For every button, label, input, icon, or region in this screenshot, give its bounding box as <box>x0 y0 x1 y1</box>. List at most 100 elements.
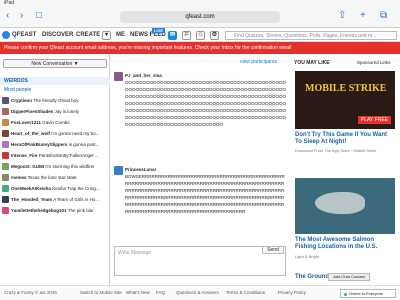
conversation-name: Megoost: GUMI <box>11 164 44 169</box>
footer-faq-link[interactable]: FAQ <box>156 286 165 300</box>
ad-game-title: MOBILE STRIKE <box>305 83 387 94</box>
add-chat-contact-button[interactable]: Add Chat Contact <box>328 273 370 281</box>
avatar <box>2 130 9 138</box>
tabs-icon[interactable]: ⧉ <box>380 10 387 22</box>
conversation-item[interactable]: Megoost: GUMI I'm storming this wildfire… <box>2 162 108 171</box>
site-nav: QFEAST DISCOVER CREATE ▾ ME NEWS FEED LI… <box>0 28 400 42</box>
conversation-name: Cryptieon <box>11 98 33 103</box>
avatar <box>114 166 123 175</box>
ad-headline[interactable]: The Most Awesome Salmon Fishing Location… <box>295 237 395 251</box>
message-input[interactable]: Write Message <box>114 246 286 276</box>
conversation-item[interactable]: Intense_Fire PantsfoolsKitty:FallenAngel… <box>2 151 108 160</box>
ad-headline[interactable]: Don't Try This Game If You Want To Sleep… <box>295 132 395 146</box>
page: iPad ‹ › □ qfeast.com ⇧ + ⧉ QFEAST DISCO… <box>0 0 400 300</box>
fish-shape <box>315 192 365 214</box>
conversation-name: memes <box>11 175 27 180</box>
search-input[interactable]: Find Quizzes, Stories, Questions, Polls,… <box>225 31 397 40</box>
ad-source: Light & Bright <box>295 254 320 259</box>
conversation-name: The_Hooded_Team <box>11 197 53 202</box>
group-weirdos[interactable]: WEIRDOS <box>0 77 110 85</box>
nav-discover[interactable]: DISCOVER <box>42 32 73 39</box>
friends-icon[interactable]: ☺ <box>196 31 205 40</box>
ad-image-salmon[interactable] <box>295 178 395 234</box>
conversation-preview: Jay is lonely <box>54 109 80 114</box>
you-may-like-heading: YOU MAY LIKE <box>294 60 330 66</box>
nav-news-feed[interactable]: NEWS FEED <box>130 32 166 39</box>
conversation-preview: The pink blur <box>67 208 94 213</box>
avatar <box>2 163 9 171</box>
send-button[interactable]: Send <box>262 246 284 254</box>
avatar <box>2 152 9 160</box>
avatar <box>2 174 9 182</box>
conversation-item[interactable]: memes Texas the lone star state <box>2 173 108 182</box>
alert-text: Please confirm your Qfeast account email… <box>4 45 292 51</box>
conversation-name: Intense_Fire <box>11 153 38 158</box>
new-tab-icon[interactable]: + <box>360 10 366 22</box>
conversation-name: FoxLover1211 <box>11 120 42 125</box>
conversation-name: Heart_of_the_wolf <box>11 131 51 136</box>
forward-icon[interactable]: › <box>20 10 23 22</box>
ad-image-mobile-strike[interactable]: MOBILE STRIKE PLAY FREE <box>295 71 395 129</box>
conversation-preview: Gavin Combs <box>42 120 70 125</box>
nav-me[interactable]: ME <box>116 32 125 39</box>
avatar <box>2 97 9 105</box>
url-field[interactable]: qfeast.com <box>120 11 280 23</box>
bookmarks-icon[interactable]: □ <box>36 10 42 22</box>
ad-source: Download From The App Store · Mobile Str… <box>295 148 377 153</box>
conversation-preview: I'm storming this wildfire! <box>45 164 95 169</box>
chat-message: PrincessLuna! BOWSERRRRRRRRRRRRRRRRRRRRR… <box>114 166 286 242</box>
conversation-item[interactable]: Heart_of_the_wolf I'm gonna need my bo..… <box>2 129 108 138</box>
chat-message: PJ_and_her_sisa OOOOOOOOOOOOOOOOOOOOOOOO… <box>114 72 286 160</box>
sponsored-label: Sponsored Links <box>357 60 391 65</box>
message-text: BOWSERRRRRRRRRRRRRRRRRRRRRRRRRRRRRRRRRRR… <box>125 174 285 214</box>
new-conversation-button[interactable]: New Conversation ▼ <box>3 59 107 68</box>
group-most-people[interactable]: Most people <box>0 86 110 94</box>
conversation-item[interactable]: FoxLover1211 Gavin Combs <box>2 118 108 127</box>
avatar <box>2 185 9 193</box>
conversation-preview: A Team of Girls in Ho... <box>53 197 100 202</box>
message-author[interactable]: PJ_and_her_sisa <box>114 72 286 79</box>
footer-whats-new-link[interactable]: What's New <box>126 286 150 300</box>
footer-privacy-link[interactable]: Privacy Policy <box>278 286 306 300</box>
footer-terms-link[interactable]: Terms & Conditions <box>226 286 265 300</box>
conversation-item[interactable]: The_Hooded_Team A Team of Girls in Ho... <box>2 195 108 204</box>
conversation-item[interactable]: OneWeekAtKeisha Keisha Trap the Cring... <box>2 184 108 193</box>
avatar <box>2 119 9 127</box>
conversation-name: Yamilettethehedgehog101 <box>11 208 67 213</box>
chat-icon[interactable]: ✉ <box>168 31 177 40</box>
message-text: OOOOOOOOOOOOOOOOOOOOOOOOOOOOOOOOOOOOOOOO… <box>125 80 286 127</box>
footer-mobile-link[interactable]: Switch to Mobile Site <box>80 286 122 300</box>
chat-panel: view participants PJ_and_her_sisa OOOOOO… <box>110 54 290 285</box>
create-icon[interactable]: ▾ <box>102 31 111 40</box>
conversation-preview: PantsfoolsKitty:FallenAngel ... <box>38 153 99 158</box>
ads-sidebar: YOU MAY LIKE Sponsored Links MOBILE STRI… <box>290 54 400 285</box>
avatar <box>2 141 9 149</box>
qfeast-logo-icon[interactable] <box>2 31 10 39</box>
online-status-toggle[interactable]: Online to Everyone <box>340 289 396 298</box>
play-free-button[interactable]: PLAY FREE <box>357 116 391 124</box>
browser-address-bar: ‹ › □ qfeast.com ⇧ + ⧉ <box>0 6 400 28</box>
conversation-preview: is gonna post... <box>68 142 100 147</box>
brand-link[interactable]: QFEAST <box>12 32 36 39</box>
conversation-item[interactable]: Cryptieon The friendly Ghost boy <box>2 96 108 105</box>
message-author[interactable]: PrincessLuna! <box>114 166 286 173</box>
conversation-name: HeroOfPinkBunnySlippers <box>11 142 68 147</box>
back-icon[interactable]: ‹ <box>6 10 9 22</box>
conversation-item[interactable]: DipperPinesShades Jay is lonely <box>2 107 108 116</box>
conversation-preview: Texas the lone star state <box>27 175 77 180</box>
conversation-name: OneWeekAtKeisha <box>11 186 51 191</box>
footer-qa-link[interactable]: Questions & Answers <box>176 286 219 300</box>
view-participants-link[interactable]: view participants <box>240 59 277 65</box>
share-icon[interactable]: ⇧ <box>338 10 346 22</box>
avatar <box>2 207 9 215</box>
conversation-preview: I'm gonna need my bo... <box>51 131 100 136</box>
conversation-preview: Keisha Trap the Cring... <box>52 186 100 191</box>
conversation-item[interactable]: Yamilettethehedgehog101 The pink blur <box>2 206 108 215</box>
avatar <box>114 72 123 81</box>
nav-create[interactable]: CREATE <box>76 32 100 39</box>
notifications-icon[interactable]: ⚐ <box>182 31 191 40</box>
settings-icon[interactable]: ⚙ <box>210 31 219 40</box>
conversation-item[interactable]: HeroOfPinkBunnySlippers is gonna post... <box>2 140 108 149</box>
conversation-name: DipperPinesShades <box>11 109 54 114</box>
avatar <box>2 108 9 116</box>
